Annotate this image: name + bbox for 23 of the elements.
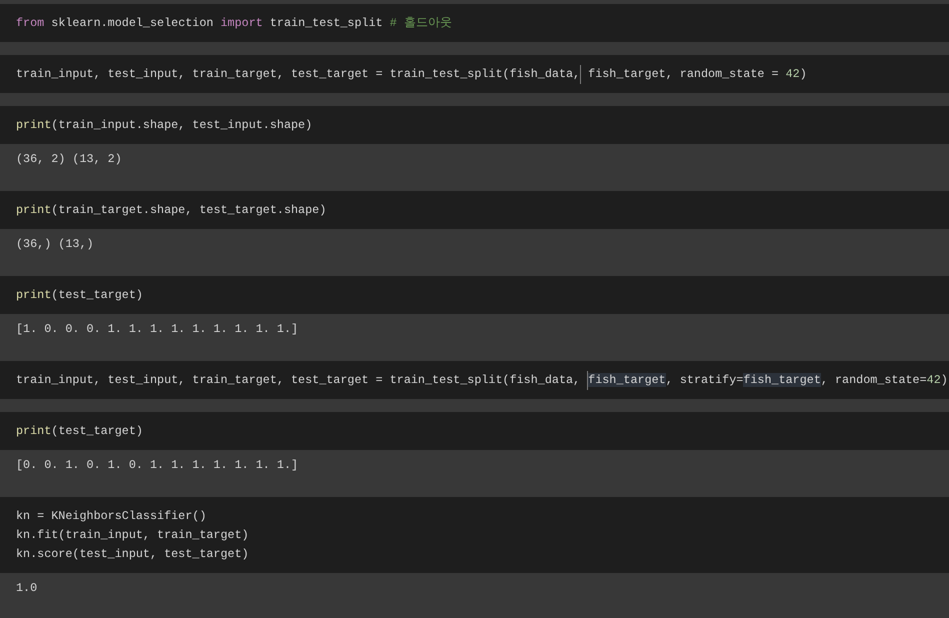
code-cell[interactable]: print(test_target) (0, 412, 949, 450)
code-cell[interactable]: print(train_target.shape, test_target.shape) (0, 191, 949, 229)
output-text: [0. 0. 1. 0. 1. 0. 1. 1. 1. 1. 1. 1. 1.] (16, 456, 298, 474)
code-line: kn.fit(train_input, train_target) (16, 526, 249, 544)
code-line: print(test_target) (16, 286, 143, 304)
output-text: 1.0 (16, 580, 38, 596)
code-line: print(train_target.shape, test_target.shape) (16, 202, 326, 218)
code-cell[interactable]: print(train_input.shape, test_input.shape) (0, 106, 949, 144)
code-cell[interactable]: print(test_target) (0, 276, 949, 314)
code-line: print(test_target) (16, 422, 143, 440)
code-line: train_input, test_input, train_target, test_target = train_test_split(fish_data, fish_target, stratify=fish_target, random_state=42) (16, 370, 948, 390)
code-cell[interactable]: from sklearn.model_selection import train_test_split # 홀드아웃 (0, 4, 949, 42)
output-text: (36, 2) (13, 2) (16, 150, 122, 168)
code-line: print(train_input.shape, test_input.shape) (16, 116, 312, 134)
code-line: kn.score(test_input, test_target) (16, 546, 249, 562)
code-cell[interactable]: train_input, test_input, train_target, test_target = train_test_split(fish_data, fish_target, random_state = 42) (0, 55, 949, 93)
output-text: (36,) (13,) (16, 236, 94, 252)
code-cell[interactable]: train_input, test_input, train_target, test_target = train_test_split(fish_data, fish_target, stratify=fish_target, random_state=42) (0, 361, 949, 399)
code-cell[interactable]: kn = KNeighborsClassifier() kn.fit(train_input, train_target) kn.score(test_input, test_target) (0, 497, 949, 573)
code-line: from sklearn.model_selection import train_test_split # 홀드아웃 (16, 14, 452, 32)
output-text: [1. 0. 0. 0. 1. 1. 1. 1. 1. 1. 1. 1. 1.] (16, 320, 298, 338)
code-line: kn = KNeighborsClassifier() (16, 508, 206, 524)
code-line: train_input, test_input, train_target, test_target = train_test_split(fish_data, fish_target, random_state = 42) (16, 64, 807, 84)
